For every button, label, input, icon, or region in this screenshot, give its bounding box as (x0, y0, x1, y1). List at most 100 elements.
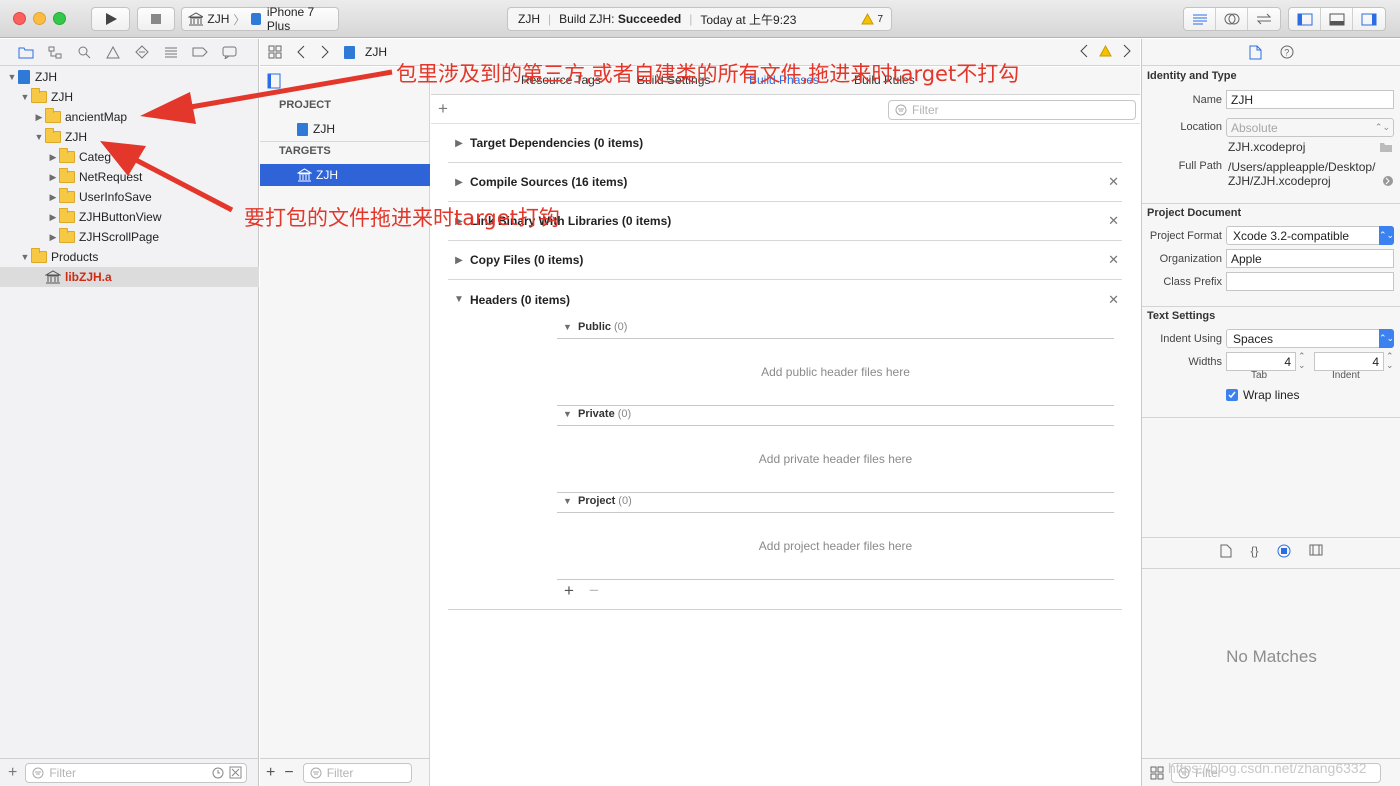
class-prefix-field[interactable] (1226, 272, 1394, 291)
private-headers-dropzone[interactable]: Add private header files here (557, 452, 1114, 466)
tab-width-field[interactable]: 4 (1226, 352, 1296, 371)
file-template-icon[interactable] (1220, 544, 1232, 558)
location-popup[interactable]: Absolute ⌃⌄ (1226, 118, 1394, 137)
stop-button[interactable] (137, 7, 175, 31)
tree-item-folder[interactable]: ▶ ZJHButtonView (0, 207, 259, 227)
scm-filter-icon[interactable] (229, 766, 242, 779)
add-icon[interactable]: + (8, 764, 17, 782)
tree-item-folder[interactable]: ▶ NetRequest (0, 167, 259, 187)
disclosure-triangle-icon[interactable]: ▼ (557, 496, 578, 506)
indent-using-popup[interactable]: Spaces ⌃⌄ (1226, 329, 1394, 348)
name-field[interactable]: ZJH (1226, 90, 1394, 109)
toggle-inspector-button[interactable] (1353, 8, 1385, 30)
disclosure-triangle-icon[interactable]: ▼ (19, 252, 31, 262)
remove-phase-icon[interactable]: ✕ (1108, 292, 1119, 308)
previous-issue-icon[interactable] (1079, 44, 1089, 58)
remove-target-button[interactable]: − (284, 764, 293, 782)
back-chevron-icon[interactable] (296, 45, 306, 59)
remove-phase-icon[interactable]: ✕ (1108, 213, 1119, 229)
breadcrumb[interactable]: ZJH (344, 45, 387, 59)
object-library-icon[interactable] (1277, 544, 1291, 558)
remove-phase-icon[interactable]: ✕ (1108, 252, 1119, 268)
public-headers-dropzone[interactable]: Add public header files here (557, 365, 1114, 379)
test-diamond-icon[interactable] (133, 45, 151, 59)
toggle-debug-area-button[interactable] (1321, 8, 1353, 30)
disclosure-triangle-icon[interactable]: ▼ (6, 72, 18, 82)
code-snippet-icon[interactable]: {} (1250, 544, 1258, 558)
remove-header-button[interactable]: − (589, 581, 599, 601)
disclosure-triangle-icon[interactable]: ▶ (448, 177, 470, 188)
disclosure-triangle-icon[interactable]: ▼ (33, 132, 45, 142)
run-button[interactable] (91, 7, 130, 31)
disclosure-triangle-icon[interactable]: ▶ (448, 138, 470, 149)
disclosure-triangle-icon[interactable]: ▼ (19, 92, 31, 102)
folder-icon[interactable] (1379, 142, 1393, 153)
tree-item-project[interactable]: ▼ ZJH (0, 67, 259, 87)
disclosure-triangle-icon[interactable]: ▶ (33, 112, 45, 123)
report-bubble-icon[interactable] (220, 46, 238, 59)
grid-view-icon[interactable] (1150, 766, 1164, 780)
breakpoint-icon[interactable] (191, 47, 209, 57)
tree-item-folder[interactable]: ▶ UserInfoSave (0, 187, 259, 207)
warnings-indicator[interactable]: 7 (861, 13, 883, 25)
headers-public-section[interactable]: ▼ Public (0) (557, 321, 1114, 333)
folder-icon[interactable] (17, 46, 35, 59)
tree-item-folder[interactable]: ▶ ZJHScrollPage (0, 227, 259, 247)
tree-item-folder[interactable]: ▼ Products (0, 247, 259, 267)
indent-width-stepper[interactable]: ⌃ ⌄ (1386, 352, 1394, 370)
version-editor-button[interactable] (1248, 8, 1280, 30)
project-headers-dropzone[interactable]: Add project header files here (557, 539, 1114, 553)
search-icon[interactable] (75, 45, 93, 59)
next-issue-icon[interactable] (1122, 44, 1132, 58)
close-window-button[interactable] (13, 12, 26, 25)
disclosure-triangle-icon[interactable]: ▶ (448, 255, 470, 266)
target-item[interactable]: ZJH (260, 164, 430, 186)
tree-item-library[interactable]: libZJH.a (0, 267, 259, 287)
minimize-window-button[interactable] (33, 12, 46, 25)
debug-list-icon[interactable] (162, 46, 180, 58)
reveal-arrow-icon[interactable] (1382, 175, 1394, 187)
organization-field[interactable]: Apple (1226, 249, 1394, 268)
toggle-navigator-button[interactable] (1289, 8, 1321, 30)
disclosure-triangle-icon[interactable]: ▼ (448, 294, 470, 305)
project-list-filter-input[interactable]: Filter (302, 762, 412, 783)
disclosure-triangle-icon[interactable]: ▼ (557, 322, 578, 332)
tree-item-folder[interactable]: ▼ ZJH (0, 127, 259, 147)
phase-headers[interactable]: ▼ Headers (0 items) ✕ (448, 280, 1122, 319)
forward-chevron-icon[interactable] (320, 45, 330, 59)
quick-help-icon[interactable]: ? (1280, 45, 1294, 59)
headers-project-section[interactable]: ▼ Project (0) (557, 495, 1114, 507)
add-header-button[interactable]: + (564, 581, 574, 601)
headers-private-section[interactable]: ▼ Private (0) (557, 408, 1114, 420)
hide-list-icon[interactable] (267, 73, 281, 89)
phases-filter-input[interactable]: Filter (888, 100, 1136, 120)
add-build-phase-button[interactable]: + (438, 99, 448, 119)
tree-item-folder[interactable]: ▶ Categ (0, 147, 259, 167)
scheme-selector[interactable]: ZJH 〉 iPhone 7 Plus (181, 5, 339, 33)
standard-editor-button[interactable] (1184, 8, 1216, 30)
zoom-window-button[interactable] (53, 12, 66, 25)
media-library-icon[interactable] (1309, 544, 1323, 556)
disclosure-triangle-icon[interactable]: ▶ (47, 212, 59, 223)
project-item[interactable]: ZJH (260, 118, 430, 140)
clock-icon[interactable] (212, 767, 224, 779)
phase-compile-sources[interactable]: ▶ Compile Sources (16 items) ✕ (448, 163, 1122, 202)
tree-item-folder[interactable]: ▼ ZJH (0, 87, 259, 107)
navigator-filter-input[interactable]: Filter (25, 762, 248, 783)
wrap-lines-checkbox[interactable]: Wrap lines (1226, 388, 1299, 402)
remove-phase-icon[interactable]: ✕ (1108, 174, 1119, 190)
tab-width-stepper[interactable]: ⌃ ⌄ (1298, 352, 1306, 370)
assistant-editor-button[interactable] (1216, 8, 1248, 30)
disclosure-triangle-icon[interactable]: ▶ (47, 172, 59, 183)
disclosure-triangle-icon[interactable]: ▶ (47, 192, 59, 203)
phase-target-dependencies[interactable]: ▶ Target Dependencies (0 items) (448, 124, 1122, 163)
disclosure-triangle-icon[interactable]: ▼ (557, 409, 578, 419)
tree-item-folder[interactable]: ▶ ancientMap (0, 107, 259, 127)
project-format-popup[interactable]: Xcode 3.2-compatible ⌃⌄ (1226, 226, 1394, 245)
symbol-navigator-icon[interactable] (46, 46, 64, 59)
issue-warning-icon[interactable] (104, 45, 122, 59)
file-inspector-icon[interactable] (1249, 45, 1262, 60)
add-target-button[interactable]: + (266, 764, 275, 782)
phase-copy-files[interactable]: ▶ Copy Files (0 items) ✕ (448, 241, 1122, 280)
indent-width-field[interactable]: 4 (1314, 352, 1384, 371)
